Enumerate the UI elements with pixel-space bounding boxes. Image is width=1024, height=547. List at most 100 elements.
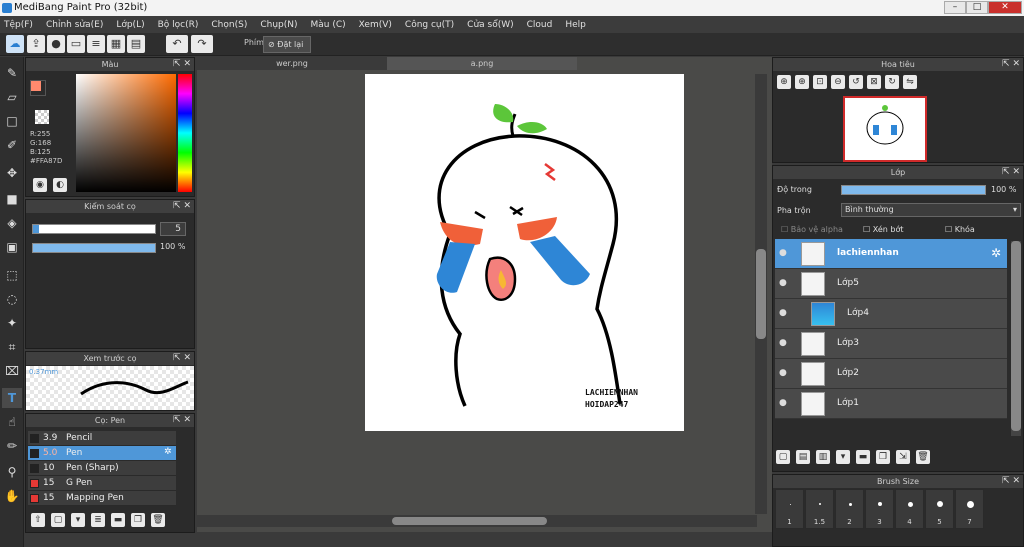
brush-doc-icon[interactable]: ≣ bbox=[91, 513, 105, 527]
brushsize-cell[interactable]: 1 bbox=[775, 489, 804, 529]
brush-folder-icon[interactable]: ▬ bbox=[111, 513, 125, 527]
brush-new-icon[interactable]: ▢ bbox=[51, 513, 65, 527]
tab-wer[interactable]: wer.png bbox=[197, 57, 387, 70]
document-icon[interactable]: ≡ bbox=[87, 35, 105, 53]
hue-slider[interactable] bbox=[178, 74, 192, 192]
gear-icon[interactable]: ✲ bbox=[164, 447, 172, 457]
move-tool-icon[interactable]: ✥ bbox=[2, 163, 22, 183]
text-tool-icon[interactable]: T bbox=[2, 388, 22, 408]
layer-row[interactable]: ● lachiennhan ✲ bbox=[775, 239, 1007, 269]
panel-close-icon[interactable]: ⇱ ✕ bbox=[1002, 58, 1020, 71]
brushsize-cell[interactable]: 4 bbox=[895, 489, 924, 529]
size-field[interactable]: 5 bbox=[160, 222, 186, 236]
maximize-button[interactable]: □ bbox=[966, 1, 988, 14]
gear-icon[interactable]: ✲ bbox=[991, 246, 1001, 260]
brush-menu-icon[interactable]: ▾ bbox=[71, 513, 85, 527]
brush-add-icon[interactable]: ⇧ bbox=[31, 513, 45, 527]
layer-menu-icon[interactable]: ▾ bbox=[836, 450, 850, 464]
alpha-protect-checkbox[interactable]: ☐ Bảo vệ alpha bbox=[781, 225, 843, 234]
fg-color-swatch[interactable] bbox=[30, 80, 46, 96]
hand-tool-icon[interactable]: ✋ bbox=[2, 486, 22, 506]
menu-tools[interactable]: Công cụ(T) bbox=[405, 20, 454, 30]
zoom-in-icon[interactable]: ⊕ bbox=[795, 75, 809, 89]
menu-view[interactable]: Xem(V) bbox=[359, 20, 392, 30]
palette-icon[interactable]: ◉ bbox=[33, 178, 47, 192]
rotate-left-icon[interactable]: ↺ bbox=[849, 75, 863, 89]
layer-opacity-slider[interactable] bbox=[841, 185, 986, 195]
eye-icon[interactable]: ● bbox=[779, 338, 787, 348]
brushsize-cell[interactable]: 3 bbox=[865, 489, 894, 529]
lock-checkbox[interactable]: ☐ Khóa bbox=[945, 225, 975, 234]
brush-item[interactable]: 3.9 Pencil bbox=[28, 431, 176, 446]
brushsize-cell[interactable]: 2 bbox=[835, 489, 864, 529]
menu-snap[interactable]: Chụp(N) bbox=[260, 20, 297, 30]
minimize-button[interactable]: – bbox=[944, 1, 966, 14]
horizontal-scrollbar[interactable] bbox=[197, 515, 757, 527]
menu-edit[interactable]: Chỉnh sửa(E) bbox=[46, 20, 103, 30]
divide-tool-icon[interactable]: ✏ bbox=[2, 436, 22, 456]
menu-file[interactable]: Tệp(F) bbox=[4, 20, 33, 30]
navigator-preview[interactable] bbox=[843, 96, 927, 162]
layer-folder-icon[interactable]: ▬ bbox=[856, 450, 870, 464]
menu-select[interactable]: Chọn(S) bbox=[211, 20, 247, 30]
brush-tool-icon[interactable]: ✎ bbox=[2, 63, 22, 83]
delete-layer-icon[interactable]: 🗑 bbox=[916, 450, 930, 464]
size-slider[interactable] bbox=[32, 224, 156, 234]
panel-close-icon[interactable]: ⇱ ✕ bbox=[173, 58, 191, 71]
zoom-fit-icon[interactable]: ⊕ bbox=[777, 75, 791, 89]
eyedropper-icon[interactable]: ⚲ bbox=[2, 462, 22, 482]
gradient-tool-icon[interactable]: ▣ bbox=[2, 237, 22, 257]
cloud-icon[interactable]: ☁ bbox=[6, 35, 24, 53]
panel-close-icon[interactable]: ⇱ ✕ bbox=[1002, 166, 1020, 179]
layer-row[interactable]: ● Lớp5 bbox=[775, 269, 1007, 299]
layer-row[interactable]: ● Lớp4 bbox=[775, 299, 1007, 329]
magic-wand-icon[interactable]: ✦ bbox=[2, 313, 22, 333]
new-8bit-icon[interactable]: ▥ bbox=[816, 450, 830, 464]
tab-a[interactable]: a.png bbox=[387, 57, 577, 70]
eye-icon[interactable]: ● bbox=[779, 398, 787, 408]
brushsize-cell[interactable]: 7 bbox=[955, 489, 984, 529]
bg-color-swatch[interactable] bbox=[35, 110, 49, 124]
panel-close-icon[interactable]: ⇱ ✕ bbox=[1002, 475, 1020, 488]
layer-row[interactable]: ● Lớp3 bbox=[775, 329, 1007, 359]
shape-tool-icon[interactable]: □ bbox=[2, 111, 22, 131]
menu-cloud[interactable]: Cloud bbox=[527, 20, 553, 30]
clip-checkbox[interactable]: ☐ Xén bớt bbox=[863, 225, 903, 234]
eye-icon[interactable]: ● bbox=[779, 278, 787, 288]
new-halftone-icon[interactable]: ▤ bbox=[796, 450, 810, 464]
panel-icon[interactable]: ▦ bbox=[107, 35, 125, 53]
panel-close-icon[interactable]: ⇱ ✕ bbox=[173, 200, 191, 213]
lasso-tool-icon[interactable]: ◌ bbox=[2, 289, 22, 309]
operation-tool-icon[interactable]: ☝ bbox=[2, 412, 22, 432]
drawing-canvas[interactable]: LACHIENNHAN HOIDAP247 bbox=[365, 74, 684, 431]
bucket-tool-icon[interactable]: ◈ bbox=[2, 213, 22, 233]
fill-rect-tool-icon[interactable]: ■ bbox=[2, 189, 22, 209]
flip-icon[interactable]: ⇋ bbox=[903, 75, 917, 89]
rotate-right-icon[interactable]: ↻ bbox=[885, 75, 899, 89]
reset-button[interactable]: ⊘ Đặt lại bbox=[263, 36, 311, 53]
share-icon[interactable]: ⇪ bbox=[27, 35, 45, 53]
brushsize-cell[interactable]: 5 bbox=[925, 489, 954, 529]
opacity-slider[interactable] bbox=[32, 243, 156, 253]
dot-tool-icon[interactable]: ✐ bbox=[2, 135, 22, 155]
brush-delete-icon[interactable]: 🗑 bbox=[151, 513, 165, 527]
zoom-100-icon[interactable]: ⊡ bbox=[813, 75, 827, 89]
eye-icon[interactable]: ● bbox=[779, 308, 787, 318]
close-button[interactable]: ✕ bbox=[988, 1, 1022, 14]
brushsize-cell[interactable]: 1.5 bbox=[805, 489, 834, 529]
eye-icon[interactable]: ● bbox=[779, 368, 787, 378]
menu-layer[interactable]: Lớp(L) bbox=[116, 20, 144, 30]
select-tool-icon[interactable]: ⬚ bbox=[2, 265, 22, 285]
select-eraser-icon[interactable]: ⌧ bbox=[2, 361, 22, 381]
menu-color[interactable]: Màu (C) bbox=[311, 20, 346, 30]
panel-close-icon[interactable]: ⇱ ✕ bbox=[173, 414, 191, 427]
select-pen-icon[interactable]: ⌗ bbox=[2, 337, 22, 357]
fit-screen-icon[interactable]: ⊠ bbox=[867, 75, 881, 89]
blend-select[interactable]: Bình thường ▾ bbox=[841, 203, 1021, 217]
zoom-out-icon[interactable]: ⊖ bbox=[831, 75, 845, 89]
merge-layer-icon[interactable]: ⇲ bbox=[896, 450, 910, 464]
brush-item[interactable]: 15 Mapping Pen bbox=[28, 491, 176, 506]
menu-window[interactable]: Cửa sổ(W) bbox=[467, 20, 513, 30]
layer-row[interactable]: ● Lớp1 bbox=[775, 389, 1007, 419]
eraser-tool-icon[interactable]: ▱ bbox=[2, 87, 22, 107]
